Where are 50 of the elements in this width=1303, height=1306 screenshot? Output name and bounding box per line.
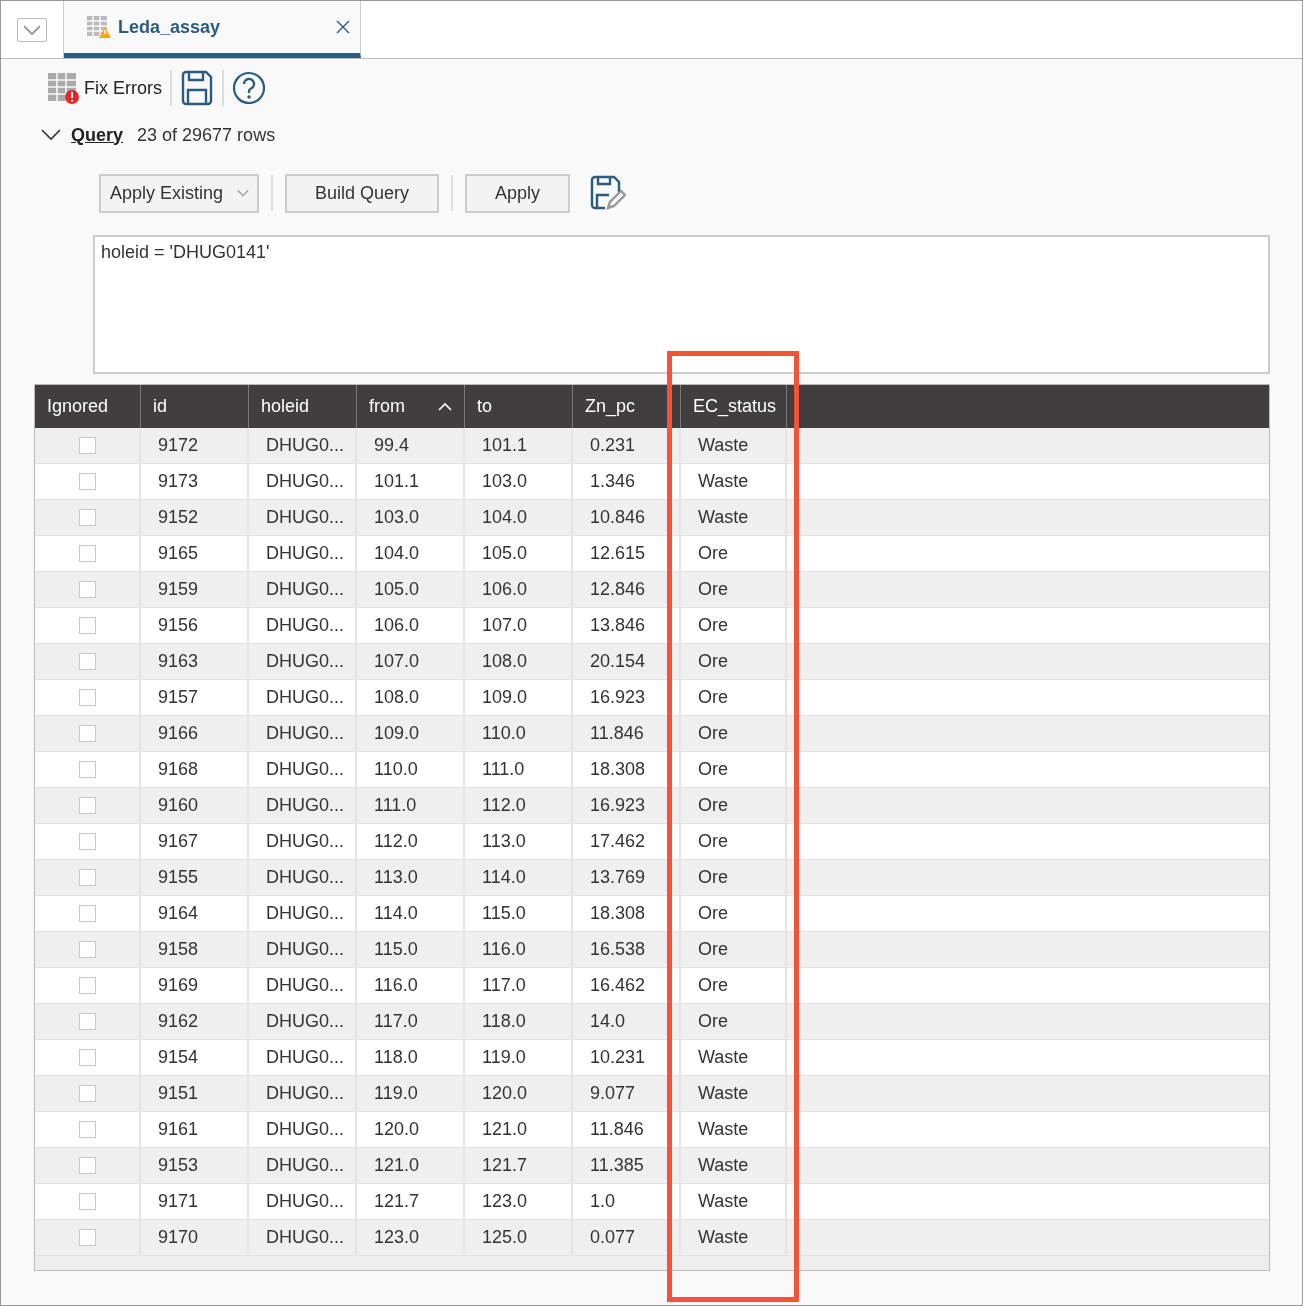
table-cell: 0.077 xyxy=(573,1220,681,1255)
query-toggle[interactable]: Query xyxy=(41,115,124,155)
ignored-checkbox[interactable] xyxy=(78,1193,96,1210)
query-button[interactable]: Build Query xyxy=(285,173,440,213)
save-icon xyxy=(180,70,214,106)
ignored-checkbox[interactable] xyxy=(78,725,96,742)
ignored-checkbox[interactable] xyxy=(78,869,96,886)
fix-errors-button[interactable]: Fix Errors xyxy=(46,71,162,105)
tab[interactable]: Leda_assay xyxy=(64,1,361,58)
ignored-checkbox[interactable] xyxy=(78,1157,96,1174)
ignored-checkbox[interactable] xyxy=(78,1229,96,1246)
ignored-checkbox[interactable] xyxy=(78,761,96,778)
ignored-checkbox[interactable] xyxy=(78,941,96,958)
ignored-checkbox[interactable] xyxy=(78,833,96,850)
ignored-checkbox[interactable] xyxy=(78,1049,96,1066)
chevron-down-icon xyxy=(237,188,249,198)
table-error-icon xyxy=(46,71,80,105)
table-cell: 125.0 xyxy=(465,1220,573,1255)
ignored-checkbox[interactable] xyxy=(78,1085,96,1102)
save-query-icon[interactable] xyxy=(590,175,627,211)
ignored-checkbox[interactable] xyxy=(78,473,96,490)
query-button[interactable]: Apply xyxy=(465,173,571,213)
apply-existing-dropdown[interactable]: Apply Existing xyxy=(99,173,259,213)
close-icon[interactable] xyxy=(336,20,350,34)
ignored-checkbox[interactable] xyxy=(78,905,96,922)
help-button[interactable] xyxy=(232,71,266,105)
table-cell: 9170 xyxy=(141,1220,249,1255)
save-button[interactable] xyxy=(180,70,214,106)
ignored-checkbox[interactable] xyxy=(78,1121,96,1138)
ignored-checkbox[interactable] xyxy=(78,581,96,598)
ignored-checkbox[interactable] xyxy=(78,1013,96,1030)
table-cell: Waste xyxy=(681,1220,787,1255)
ignored-checkbox[interactable] xyxy=(78,977,96,994)
table-cell: DHUG0... xyxy=(249,1220,357,1255)
ignored-checkbox[interactable] xyxy=(78,509,96,526)
ignored-checkbox[interactable] xyxy=(78,797,96,814)
tab-title: Leda_assay xyxy=(118,16,222,38)
help-icon xyxy=(232,71,266,105)
ignored-checkbox[interactable] xyxy=(78,689,96,706)
chevron-down-icon xyxy=(22,23,42,36)
table-warning-icon xyxy=(86,15,112,39)
chevron-down-icon xyxy=(41,129,61,141)
ignored-checkbox[interactable] xyxy=(78,545,96,562)
ignored-checkbox[interactable] xyxy=(78,617,96,634)
ignored-checkbox[interactable] xyxy=(78,653,96,670)
ignored-checkbox[interactable] xyxy=(78,437,96,454)
dropdown-button[interactable] xyxy=(17,17,47,42)
table-cell: 123.0 xyxy=(357,1220,465,1255)
row-count: 23 of 29677 rows xyxy=(137,124,276,146)
query-input-field[interactable]: holeid = 'DHUG0141' xyxy=(93,235,1270,374)
